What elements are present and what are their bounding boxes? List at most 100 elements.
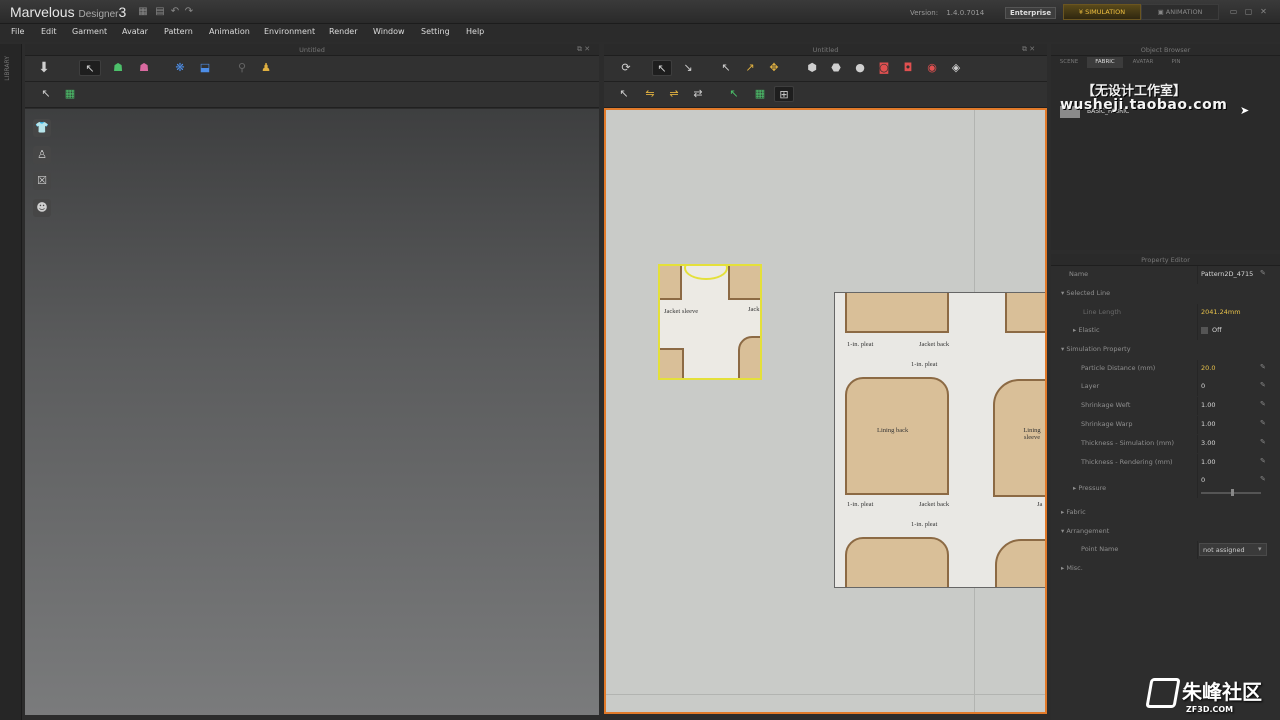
2d-pattern-viewport[interactable]: Jacket sleeve Jack 1-in. pleat Jacket ba… — [604, 108, 1047, 714]
avatar-pin-icon[interactable]: ♟ — [256, 60, 276, 76]
selected-pattern[interactable]: Jacket sleeve Jack — [658, 264, 762, 380]
pressure-slider-handle[interactable] — [1231, 489, 1234, 496]
menu-file[interactable]: File — [11, 27, 24, 36]
grid-mesh-icon[interactable]: ▦ — [60, 86, 80, 102]
avatar-display-icon[interactable]: ♙ — [33, 146, 51, 164]
menu-help[interactable]: Help — [466, 27, 484, 36]
edit-icon[interactable]: ✎ — [1260, 457, 1266, 465]
prop-row-thickness-rendering[interactable]: Thickness - Rendering (mm) 1.00 ✎ — [1051, 454, 1280, 472]
prop-value[interactable]: 3.00 — [1201, 439, 1215, 447]
simulation-mode-button[interactable]: ¥ SIMULATION — [1063, 4, 1141, 20]
prop-value[interactable]: 20.0 — [1201, 364, 1215, 372]
internal-polygon-icon[interactable]: ◙ — [874, 60, 894, 76]
prop-value[interactable]: 1.00 — [1201, 401, 1215, 409]
tab-fabric[interactable]: FABRIC — [1087, 57, 1123, 68]
texture-grid-icon[interactable]: ▦ — [750, 86, 770, 102]
tab-pin[interactable]: PIN — [1163, 57, 1189, 68]
elastic-toggle[interactable]: Off — [1201, 326, 1222, 334]
tack-tool-icon[interactable]: ⚲ — [232, 60, 252, 76]
tab-scene[interactable]: SCENE — [1053, 57, 1085, 68]
prop-row-shrinkage-weft[interactable]: Shrinkage Weft 1.00 ✎ — [1051, 397, 1280, 415]
segment-sewing-icon[interactable]: ⇋ — [640, 86, 660, 102]
3d-viewport[interactable] — [25, 109, 599, 715]
add-point-icon[interactable]: ↗ — [740, 60, 760, 76]
free-sewing-icon[interactable]: ⇌ — [664, 86, 684, 102]
garment-simulate-icon[interactable]: ☗ — [108, 60, 128, 76]
tack-sewing-icon[interactable]: ⇄ — [688, 86, 708, 102]
select-mesh-icon[interactable]: ↖ — [36, 86, 56, 102]
texture-align-icon[interactable]: ⊞ — [774, 86, 794, 102]
avatar-head-icon[interactable]: ☻ — [33, 199, 51, 217]
select-move-tool-icon[interactable]: ↖ — [79, 60, 101, 76]
garment-reset-icon[interactable]: ☗ — [134, 60, 154, 76]
drop-down-arrow-icon[interactable]: ⬇ — [34, 60, 54, 76]
circle-icon[interactable]: ● — [850, 60, 870, 76]
menu-edit[interactable]: Edit — [41, 27, 57, 36]
edit-icon[interactable]: ✎ — [1260, 269, 1266, 277]
edit-icon[interactable]: ✎ — [1260, 475, 1266, 483]
edit-icon[interactable]: ✎ — [1260, 381, 1266, 389]
prop-row-layer[interactable]: Layer 0 ✎ — [1051, 378, 1280, 396]
rectangle-icon[interactable]: ⬣ — [826, 60, 846, 76]
menu-pattern[interactable]: Pattern — [164, 27, 193, 36]
section-fabric[interactable]: ▸ Fabric — [1051, 504, 1280, 522]
section-misc[interactable]: ▸ Misc. — [1051, 560, 1280, 578]
prop-row-thickness-simulation[interactable]: Thickness - Simulation (mm) 3.00 ✎ — [1051, 435, 1280, 453]
prop-row-point-name[interactable]: Point Name not assigned ▾ — [1051, 541, 1280, 559]
prop-value[interactable]: 1.00 — [1201, 420, 1215, 428]
library-label[interactable]: LIBRARY — [4, 56, 11, 81]
maximize-button[interactable]: ▢ — [1244, 7, 1253, 16]
minimize-button[interactable]: ▭ — [1229, 7, 1238, 16]
texture-display-icon[interactable]: ☒ — [33, 172, 51, 190]
section-arrangement[interactable]: ▾ Arrangement — [1051, 523, 1280, 541]
transform-pattern-icon[interactable]: ↖ — [652, 60, 672, 76]
internal-circle-icon[interactable]: ◉ — [922, 60, 942, 76]
view3d-float-icon[interactable]: ⧉ ✕ — [577, 45, 590, 54]
fold-arrangement-icon[interactable]: ❋ — [170, 60, 190, 76]
section-simulation-property[interactable]: ▾ Simulation Property — [1051, 341, 1280, 359]
prop-row-line-length[interactable]: Line Length 2041.24mm — [1051, 304, 1280, 322]
prop-value[interactable]: Pattern2D_4715 — [1201, 270, 1253, 278]
prop-row-pressure[interactable]: ▸ Pressure 0 ✎ — [1051, 472, 1280, 498]
menu-avatar[interactable]: Avatar — [122, 27, 148, 36]
prop-value[interactable]: 0 — [1201, 382, 1205, 390]
edit-pattern-icon[interactable]: ↘ — [678, 60, 698, 76]
menu-setting[interactable]: Setting — [421, 27, 450, 36]
rotate-view-icon[interactable]: ⟳ — [616, 60, 636, 76]
edit-texture-icon[interactable]: ↖ — [724, 86, 744, 102]
garment-display-icon[interactable]: 👕 — [33, 119, 51, 137]
library-strip[interactable] — [0, 44, 22, 720]
edit-icon[interactable]: ✎ — [1260, 363, 1266, 371]
prop-row-elastic[interactable]: ▸ Elastic Off — [1051, 322, 1280, 340]
textured-pattern[interactable]: 1-in. pleat Jacket back 1-in. pleat Lini… — [834, 292, 1045, 588]
edit-icon[interactable]: ✎ — [1260, 419, 1266, 427]
edit-curvature-icon[interactable]: ↖ — [716, 60, 736, 76]
polygon-icon[interactable]: ⬢ — [802, 60, 822, 76]
prop-row-name[interactable]: Name Pattern2D_4715 ✎ — [1051, 266, 1280, 284]
internal-rectangle-icon[interactable]: ◘ — [898, 60, 918, 76]
tab-avatar[interactable]: AVATAR — [1125, 57, 1161, 68]
undo-icon[interactable]: ↶ — [169, 6, 181, 17]
menu-window[interactable]: Window — [373, 27, 405, 36]
menu-garment[interactable]: Garment — [72, 27, 107, 36]
edit-icon[interactable]: ✎ — [1260, 438, 1266, 446]
menu-environment[interactable]: Environment — [264, 27, 315, 36]
animation-mode-button[interactable]: ▣ ANIMATION — [1141, 4, 1219, 20]
menu-render[interactable]: Render — [329, 27, 357, 36]
view2d-float-icon[interactable]: ⧉ ✕ — [1022, 45, 1035, 54]
dart-icon[interactable]: ◈ — [946, 60, 966, 76]
prop-row-shrinkage-warp[interactable]: Shrinkage Warp 1.00 ✎ — [1051, 416, 1280, 434]
pin-arrangement-icon[interactable]: ⬓ — [195, 60, 215, 76]
edit-icon[interactable]: ✎ — [1260, 400, 1266, 408]
prop-row-particle-distance[interactable]: Particle Distance (mm) 20.0 ✎ — [1051, 360, 1280, 378]
open-folder-icon[interactable]: ▤ — [154, 6, 166, 17]
edit-sewing-icon[interactable]: ↖ — [614, 86, 634, 102]
menu-animation[interactable]: Animation — [209, 27, 250, 36]
prop-value[interactable]: 2041.24mm — [1201, 308, 1241, 316]
close-button[interactable]: ✕ — [1259, 7, 1268, 16]
cut-icon[interactable]: ✥ — [764, 60, 784, 76]
prop-value[interactable]: 1.00 — [1201, 458, 1215, 466]
save-icon[interactable]: ▦ — [137, 6, 149, 17]
section-selected-line[interactable]: ▾ Selected Line — [1051, 285, 1280, 303]
prop-value[interactable]: 0 — [1201, 476, 1205, 484]
